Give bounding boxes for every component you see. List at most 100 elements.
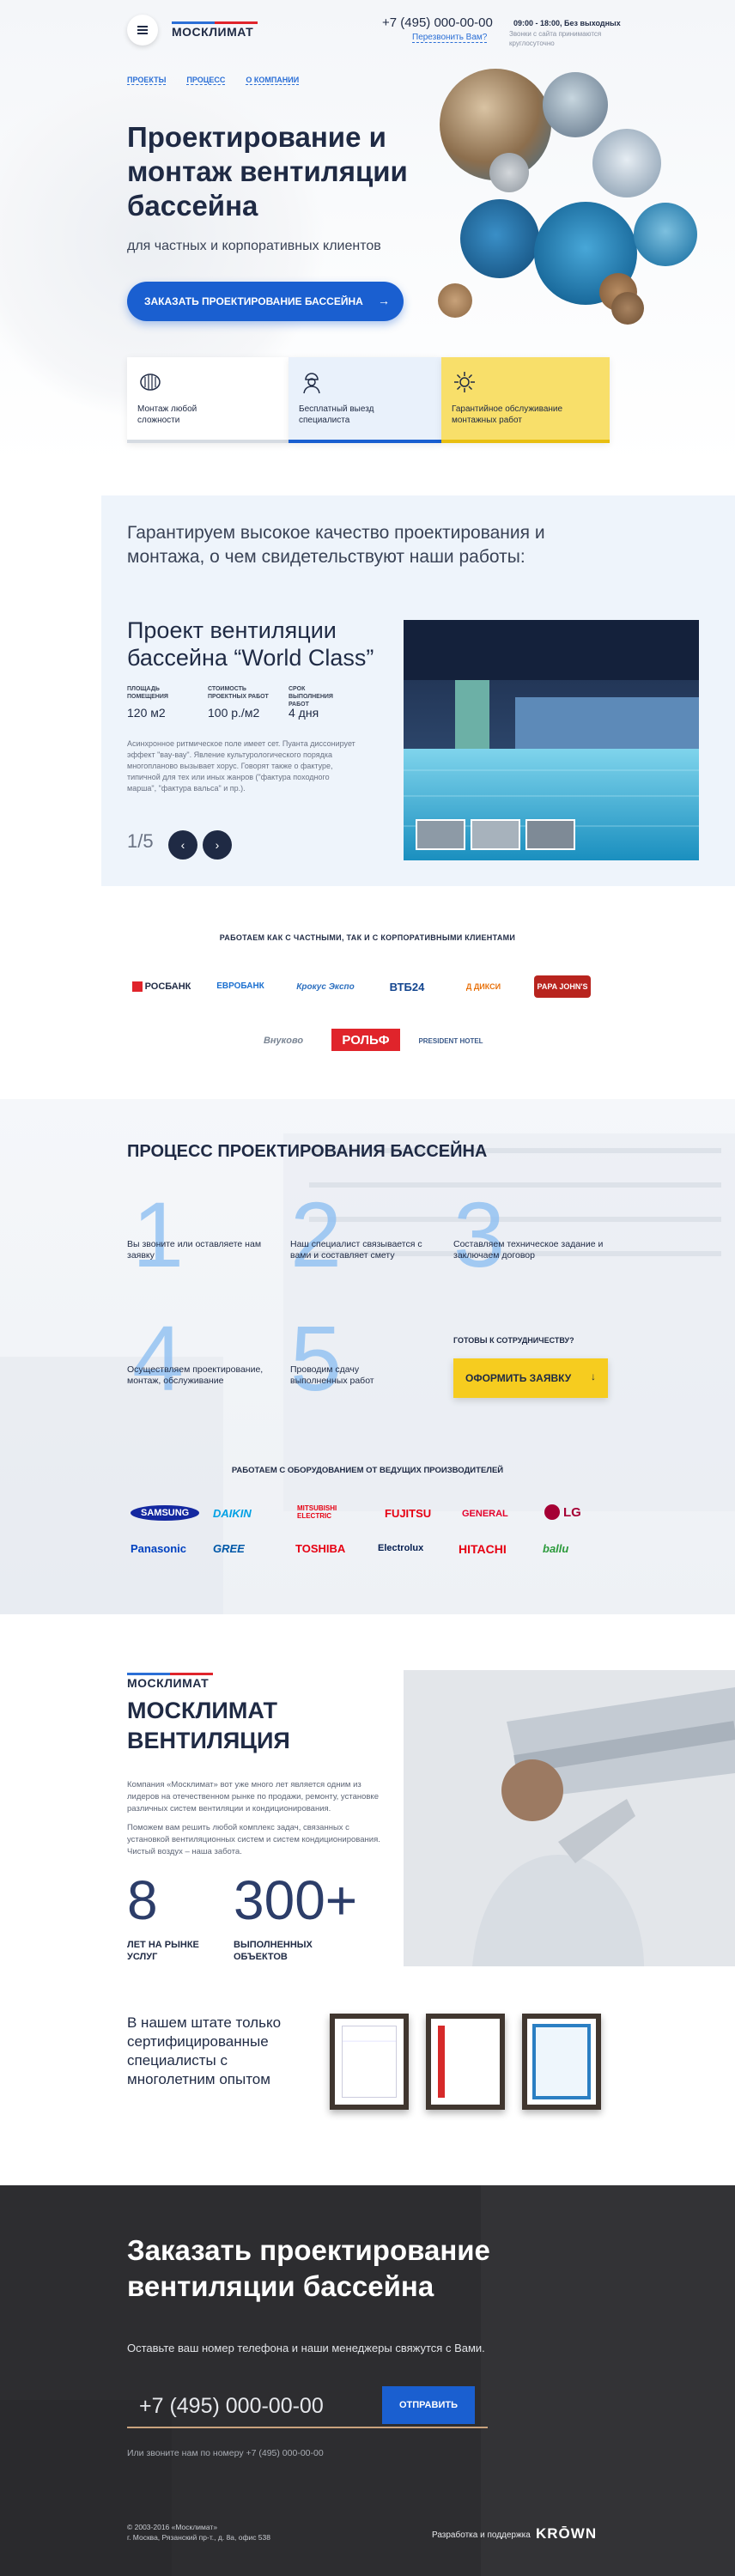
brand-logo: FUJITSU [385, 1507, 432, 1520]
brand-logo: LG [544, 1504, 581, 1520]
client-logo: PRESIDENT HOTEL [418, 1036, 483, 1045]
certificate-frame[interactable] [330, 2014, 409, 2110]
logo-stripe [127, 1672, 213, 1675]
menu-button[interactable] [127, 15, 158, 46]
order-subtitle: Оставьте ваш номер телефона и наши менед… [127, 2342, 485, 2354]
pool-photo-bubble [438, 283, 472, 318]
feature-card: Бесплатный выезд специалиста [289, 357, 441, 443]
step-text: Проводим сдачу выполненных работ [290, 1364, 374, 1386]
step-number: 2 [290, 1182, 343, 1286]
brand-logo: ballu [543, 1542, 569, 1555]
stat-label: ПЛОЩАДЬ ПОМЕЩЕНИЯ [127, 686, 168, 700]
copyright: © 2003-2016 «Москлимат» [127, 2523, 218, 2531]
arrow-down-icon: ↓ [591, 1370, 596, 1382]
hamburger-icon [137, 29, 148, 31]
projects-number: 300+ [234, 1869, 358, 1931]
pool-photo-bubble [634, 203, 697, 266]
project-thumbnail[interactable] [416, 819, 465, 850]
about-logo: МОСКЛИМАТ [127, 1670, 213, 1691]
gear-icon [454, 372, 475, 392]
project-thumbnail[interactable] [471, 819, 520, 850]
about-title: МОСКЛИМАТ ВЕНТИЛЯЦИЯ [127, 1698, 290, 1753]
order-button-label: ОФОРМИТЬ ЗАЯВКУ [465, 1372, 572, 1384]
brand-logo: HITACHI [459, 1542, 507, 1556]
stat-value: 120 м2 [127, 706, 166, 720]
certified-text: В нашем штате только сертифицированные с… [127, 2014, 282, 2087]
step-number: 4 [132, 1306, 185, 1410]
stat-duration: СРОК ВЫПОЛНЕНИЯ РАБОТ 4 дня [289, 685, 350, 720]
nav-about[interactable]: О КОМПАНИИ [246, 76, 300, 85]
equipment-title: РАБОТАЕМ С ОБОРУДОВАНИЕМ ОТ ВЕДУЩИХ ПРОИ… [231, 1466, 504, 1475]
client-logo: PAPA JOHN'S [534, 975, 591, 998]
logo-stripe [172, 21, 258, 24]
certificate-image [342, 2026, 397, 2098]
footer-info: © 2003-2016 «Москлимат» г. Москва, Рязан… [127, 2522, 270, 2543]
rosbank-mark [131, 981, 143, 992]
years-label: ЛЕТ НА РЫНКЕ УСЛУГ [127, 1940, 199, 1962]
client-logo: Внуково [263, 1036, 304, 1046]
address: г. Москва, Рязанский пр-т., д. 8а, офис … [127, 2533, 270, 2542]
step-text: Вы звоните или оставляете нам заявку [127, 1239, 262, 1261]
feature-underline [289, 440, 441, 443]
brand-logo: GENERAL [462, 1509, 508, 1519]
hero-subtitle: для частных и корпоративных клиентов [127, 239, 381, 253]
submit-request-button[interactable]: ОФОРМИТЬ ЗАЯВКУ ↓ [453, 1358, 608, 1398]
step-number: 1 [132, 1182, 185, 1286]
feature-card: Гарантийное обслуживание монтажных работ [441, 357, 610, 443]
client-logo: РОЛЬФ [331, 1029, 400, 1051]
client-logo: ВТБ24 [389, 980, 425, 993]
clients-title: РАБОТАЕМ КАК С ЧАСТНЫМИ, ТАК И С КОРПОРА… [219, 933, 516, 942]
header-logo[interactable]: МОСКЛИМАТ [172, 19, 258, 39]
client-logo: Д ДИКСИ [465, 982, 501, 991]
feature-card: Монтаж любой сложности [127, 357, 289, 443]
arrow-right-icon: → [378, 294, 390, 307]
client-logo: РОСБАНК [127, 977, 196, 996]
about-paragraph: Поможем вам решить любой комплекс задач,… [127, 1823, 380, 1856]
worker-photo [404, 1670, 735, 1966]
project-thumbnail[interactable] [525, 819, 575, 850]
prev-slide-button[interactable]: ‹ [168, 830, 197, 860]
send-button[interactable]: ОТПРАВИТЬ [382, 2386, 475, 2424]
nav-projects[interactable]: ПРОЕКТЫ [127, 76, 167, 85]
projects-label: ВЫПОЛНЕННЫХ ОБЪЕКТОВ [234, 1940, 313, 1962]
phone-input-value: +7 (495) 000-00-00 [139, 2394, 324, 2418]
feature-underline [127, 440, 289, 443]
call-note: Или звоните нам по номеру +7 (495) 000-0… [127, 2448, 324, 2458]
pool-photo-bubble [460, 199, 539, 278]
brand-logo: GREE [213, 1542, 245, 1555]
step-number: 5 [290, 1306, 343, 1410]
process-title: ПРОЦЕСС ПРОЕКТИРОВАНИЯ БАССЕЙНА [127, 1142, 488, 1161]
certificate-frame[interactable] [426, 2014, 505, 2110]
stat-area: ПЛОЩАДЬ ПОМЕЩЕНИЯ 120 м2 [127, 685, 189, 720]
order-title: Заказать проектирование вентиляции бассе… [127, 2234, 490, 2302]
order-design-button[interactable]: ЗАКАЗАТЬ ПРОЕКТИРОВАНИЕ БАССЕЙНА → [127, 282, 404, 321]
callback-link[interactable]: Перезвонить Вам? [412, 33, 488, 43]
brand-logo: TOSHIBA [295, 1542, 346, 1555]
process-section [0, 1099, 735, 1614]
worker-illustration [404, 1670, 735, 1966]
brand-logo: SAMSUNG [131, 1505, 200, 1521]
step-text: Наш специалист связывается с вами и сост… [290, 1239, 422, 1261]
brand-logo: Electrolux [378, 1543, 424, 1553]
slide-counter: 1/5 [127, 830, 154, 852]
brand-logo: MITSUBISHI ELECTRIC [297, 1504, 337, 1520]
ready-label: ГОТОВЫ К СОТРУДНИЧЕСТВУ? [453, 1336, 574, 1345]
step-text: Осуществляем проектирование, монтаж, обс… [127, 1364, 264, 1386]
nav-process[interactable]: ПРОЦЕСС [186, 76, 226, 85]
years-number: 8 [127, 1869, 158, 1931]
certificate-frame[interactable] [522, 2014, 601, 2110]
certificate-image [438, 2026, 493, 2098]
stat-label: СРОК ВЫПОЛНЕНИЯ РАБОТ [289, 686, 333, 708]
project-stats: ПЛОЩАДЬ ПОМЕЩЕНИЯ 120 м2 СТОИМОСТЬ ПРОЕКТ… [127, 685, 350, 720]
chevron-left-icon: ‹ [180, 838, 185, 852]
next-slide-button[interactable]: › [203, 830, 232, 860]
chevron-right-icon: › [215, 838, 220, 852]
developer-logo[interactable]: KRŌWN [536, 2525, 597, 2543]
header-phone[interactable]: +7 (495) 000-00-00 [382, 15, 493, 30]
certificate-image [532, 2024, 591, 2099]
brand-logo-text: LG [563, 1504, 581, 1520]
working-hours: 09:00 - 18:00, Без выходных [513, 19, 621, 27]
top-nav: ПРОЕКТЫ ПРОЦЕСС О КОМПАНИИ [127, 76, 300, 85]
project-description: Асинхронное ритмическое поле имеет сет. … [127, 739, 355, 793]
feature-underline [441, 440, 610, 443]
